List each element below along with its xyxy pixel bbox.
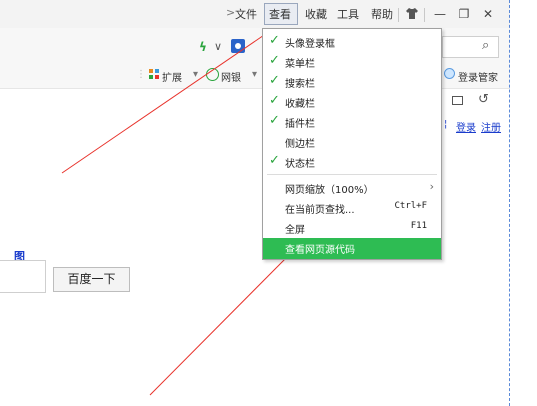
check-icon: ✓ [269, 153, 280, 168]
menu-item-fullscreen[interactable]: 全屏 F11 [263, 218, 441, 238]
check-icon: ✓ [269, 53, 280, 68]
check-icon: ✓ [269, 73, 280, 88]
menu-item-statusbar[interactable]: ✓ 状态栏 [263, 152, 441, 172]
check-icon: ✓ [269, 33, 280, 48]
menu-item-searchbar[interactable]: ✓ 搜索栏 [263, 72, 441, 92]
menu-item-menubar[interactable]: ✓ 菜单栏 [263, 52, 441, 72]
menu-item-favorites-bar[interactable]: ✓ 收藏栏 [263, 92, 441, 112]
check-icon: ✓ [269, 93, 280, 108]
menu-item-view-source[interactable]: 查看网页源代码 [263, 238, 441, 259]
arrow-to-view-source [149, 252, 292, 396]
chevron-right-icon: › [429, 180, 434, 193]
menu-item-plugin-bar[interactable]: ✓ 插件栏 [263, 112, 441, 132]
menu-item-avatar-login[interactable]: ✓ 头像登录框 [263, 32, 441, 52]
menu-separator [267, 174, 437, 175]
menu-item-zoom[interactable]: 网页缩放（100%） › [263, 178, 441, 198]
menu-item-find-in-page[interactable]: 在当前页查找... Ctrl+F [263, 198, 441, 218]
check-icon: ✓ [269, 113, 280, 128]
view-menu-popup: ✓ 头像登录框 ✓ 菜单栏 ✓ 搜索栏 ✓ 收藏栏 ✓ 插件栏 侧边栏 ✓ 状态… [262, 28, 442, 260]
arrow-to-view-menu [61, 30, 271, 174]
menu-item-sidebar[interactable]: 侧边栏 [263, 132, 441, 152]
